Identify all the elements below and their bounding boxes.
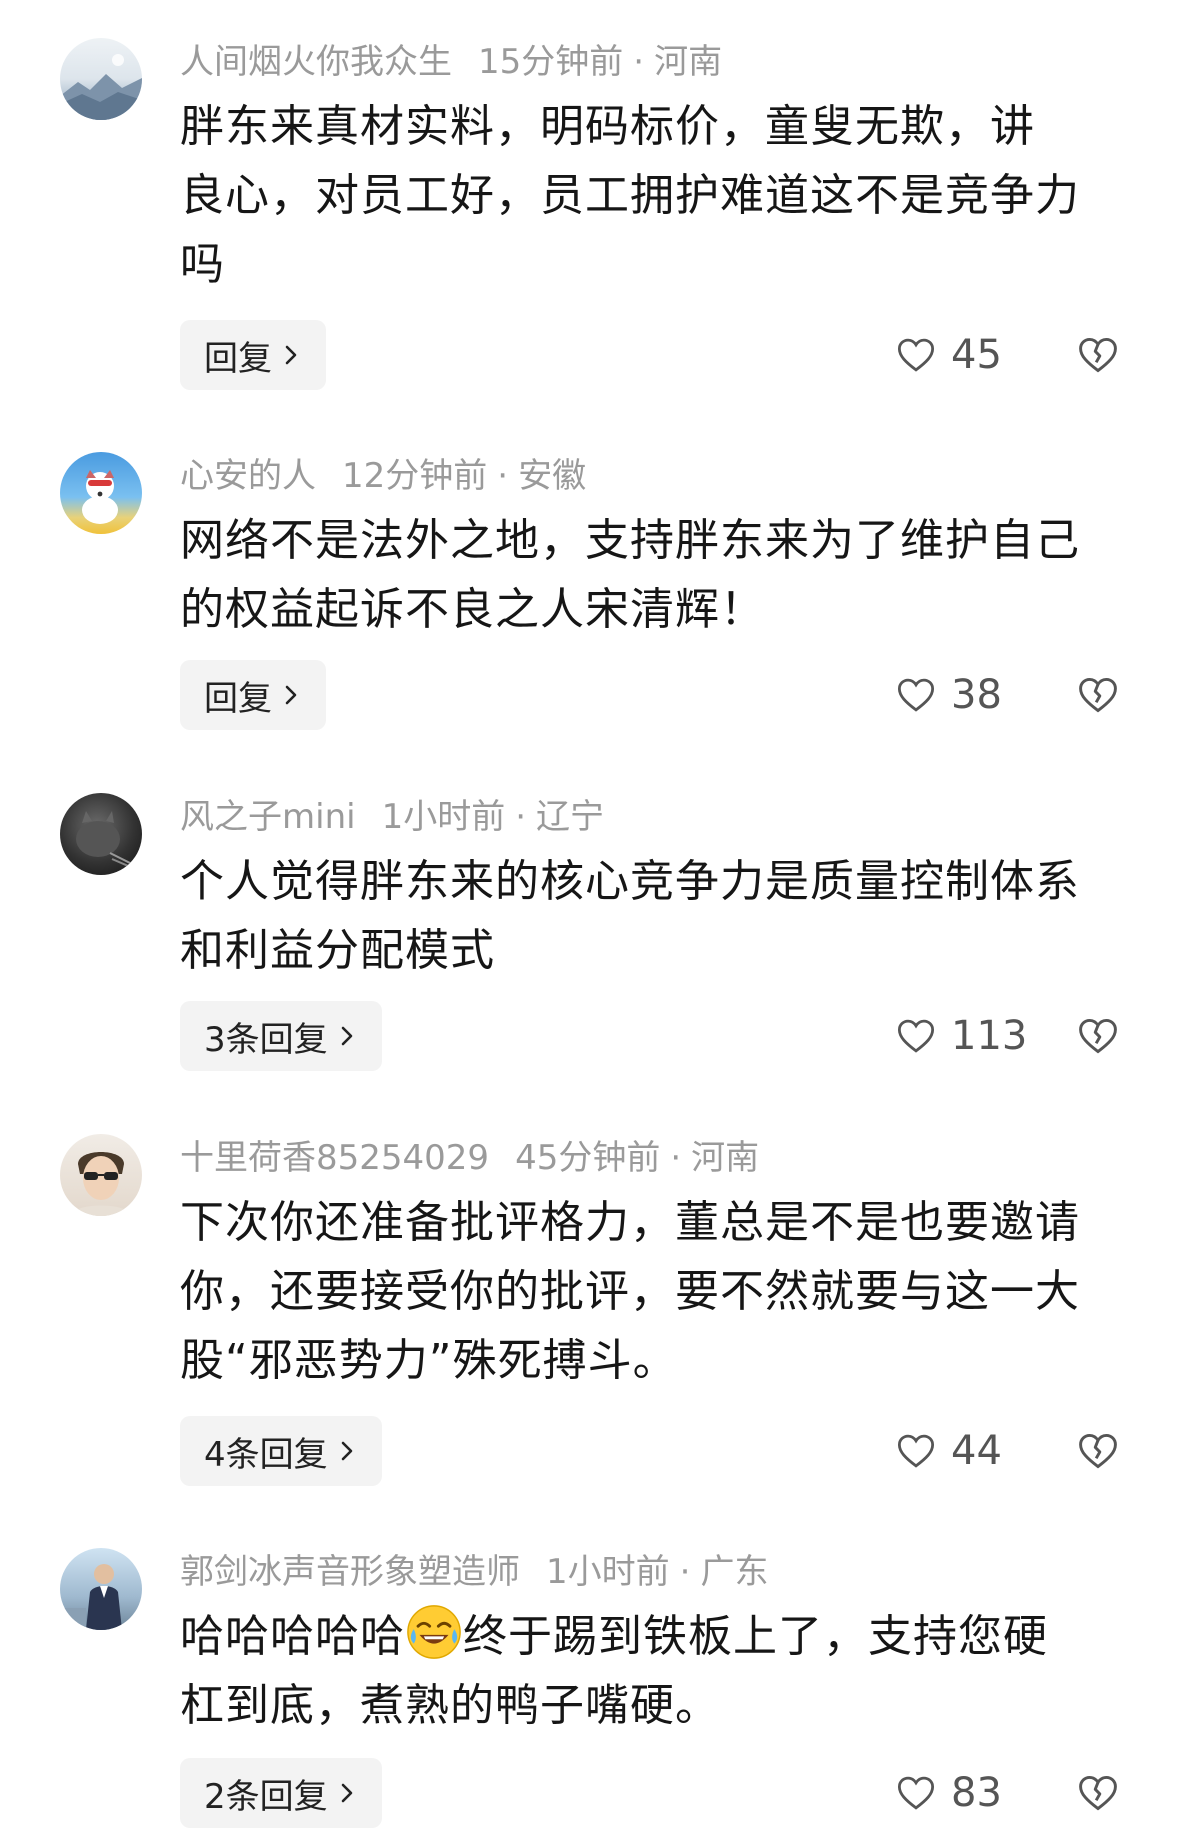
comment-line: 下次你还准备批评格力，董总是不是也要邀请 [180,1197,1080,1248]
dislike-button[interactable] [1076,1758,1120,1828]
comment-line: 的权益起诉不良之人宋清辉！ [180,584,765,635]
username[interactable]: 心安的人 [180,456,316,496]
broken-heart-icon [1079,677,1117,713]
like-count: 44 [951,1428,1002,1474]
comment-line: 哈哈哈哈哈 终于踢到铁板上了，支持您硬 [180,1602,1140,1671]
chevron-right-icon [285,345,297,365]
broken-heart-icon [1079,1433,1117,1469]
comment-line: 个人觉得胖东来的核心竞争力是质量控制体系 [180,856,1080,907]
separator-dot: · [679,1552,691,1592]
separator-dot: · [670,1138,682,1178]
dislike-button[interactable] [1076,320,1120,390]
like-count: 38 [951,672,1002,718]
dog-avatar-icon [82,470,118,524]
avatar[interactable] [60,793,142,875]
comment-meta: 风之子mini 1小时前 · 辽宁 [180,795,604,839]
comment-location: 辽宁 [536,797,605,837]
like-button[interactable]: 113 [895,1001,1027,1071]
reply-button-label: 4条回复 [204,1434,328,1475]
heart-icon [897,1434,935,1468]
comment-meta: 十里荷香85254029 45分钟前 · 河南 [180,1136,759,1180]
reply-button[interactable]: 3条回复 [180,1001,382,1071]
separator-dot: · [633,42,645,82]
comment-time: 1小时前 [546,1552,670,1592]
comment-location: 河南 [691,1138,760,1178]
cat-avatar-icon [76,811,141,872]
heart-icon [897,1776,935,1810]
comment-meta: 人间烟火你我众生 15分钟前 · 河南 [180,40,722,84]
comment-text-segment: 终于踢到铁板上了，支持您硬 [463,1611,1048,1662]
like-count: 113 [951,1013,1028,1059]
landscape-avatar-icon [60,54,142,120]
like-button[interactable]: 83 [895,1758,1002,1828]
username[interactable]: 郭剑冰声音形象塑造师 [180,1552,520,1592]
comment-time: 15分钟前 [478,42,624,82]
broken-heart-icon [1079,337,1117,373]
username[interactable]: 风之子mini [180,797,356,837]
heart-icon [897,1019,935,1053]
comment-text[interactable]: 个人觉得胖东来的核心竞争力是质量控制体系 和利益分配模式 [180,847,1140,985]
separator-dot: · [515,797,527,837]
chevron-right-icon [285,685,297,705]
comment-line: 吗 [180,239,225,290]
portrait-avatar-icon [70,1152,132,1216]
comment-location: 河南 [654,42,723,82]
avatar[interactable] [60,1134,142,1216]
reply-button[interactable]: 2条回复 [180,1758,382,1828]
comment-text[interactable]: 网络不是法外之地，支持胖东来为了维护自己 的权益起诉不良之人宋清辉！ [180,506,1140,644]
broken-heart-icon [1079,1018,1117,1054]
comment-line: 胖东来真材实料，明码标价，童叟无欺，讲 [180,101,1035,152]
dislike-button[interactable] [1076,660,1120,730]
like-button[interactable]: 45 [895,320,1002,390]
joy-emoji-icon [407,1605,461,1659]
like-count: 45 [951,332,1002,378]
chevron-right-icon [341,1026,352,1046]
heart-icon [897,338,935,372]
avatar[interactable] [60,1548,142,1630]
comment-location: 安徽 [518,456,587,496]
comment-line: 和利益分配模式 [180,925,495,976]
comment-text[interactable]: 胖东来真材实料，明码标价，童叟无欺，讲 良心，对员工好，员工拥护难道这不是竞争力… [180,92,1140,299]
reply-button-label: 回复 [204,678,272,719]
separator-dot: · [497,456,509,496]
avatar[interactable] [60,452,142,534]
comment-line: 网络不是法外之地，支持胖东来为了维护自己 [180,515,1080,566]
username[interactable]: 十里荷香85254029 [180,1138,489,1178]
chevron-right-icon [341,1441,352,1461]
username[interactable]: 人间烟火你我众生 [180,42,452,82]
comment-line: 你，还要接受你的批评，要不然就要与这一大 [180,1266,1080,1317]
reply-button-label: 3条回复 [204,1019,328,1060]
avatar[interactable] [60,38,142,120]
comment-text[interactable]: 下次你还准备批评格力，董总是不是也要邀请 你，还要接受你的批评，要不然就要与这一… [180,1188,1140,1395]
chevron-right-icon [341,1783,352,1803]
heart-icon [897,678,935,712]
comment-time: 1小时前 [381,797,506,837]
comment-meta: 郭剑冰声音形象塑造师 1小时前 · 广东 [180,1550,768,1594]
like-button[interactable]: 38 [895,660,1002,730]
reply-button-label: 回复 [204,338,272,379]
reply-button-label: 2条回复 [204,1776,328,1817]
comment-line: 良心，对员工好，员工拥护难道这不是竞争力 [180,170,1080,221]
comment-location: 广东 [700,1552,769,1592]
reply-button[interactable]: 回复 [180,660,326,730]
comment-time: 45分钟前 [515,1138,661,1178]
dislike-button[interactable] [1076,1416,1120,1486]
broken-heart-icon [1079,1775,1117,1811]
comment-meta: 心安的人 12分钟前 · 安徽 [180,454,586,498]
dislike-button[interactable] [1076,1001,1120,1071]
businessman-avatar-icon [64,1564,122,1630]
comment-line: 股“邪恶势力”殊死搏斗。 [180,1335,678,1386]
comment-text-segment: 哈哈哈哈哈 [180,1611,405,1662]
like-button[interactable]: 44 [895,1416,1002,1486]
comment-line: 杠到底，煮熟的鸭子嘴硬。 [180,1680,720,1731]
comment-text[interactable]: 哈哈哈哈哈 终于踢到铁板上了，支持您硬 杠到底，煮熟的鸭子嘴硬。 [180,1602,1140,1740]
like-count: 83 [951,1770,1002,1816]
reply-button[interactable]: 4条回复 [180,1416,382,1486]
reply-button[interactable]: 回复 [180,320,326,390]
comment-time: 12分钟前 [342,456,488,496]
